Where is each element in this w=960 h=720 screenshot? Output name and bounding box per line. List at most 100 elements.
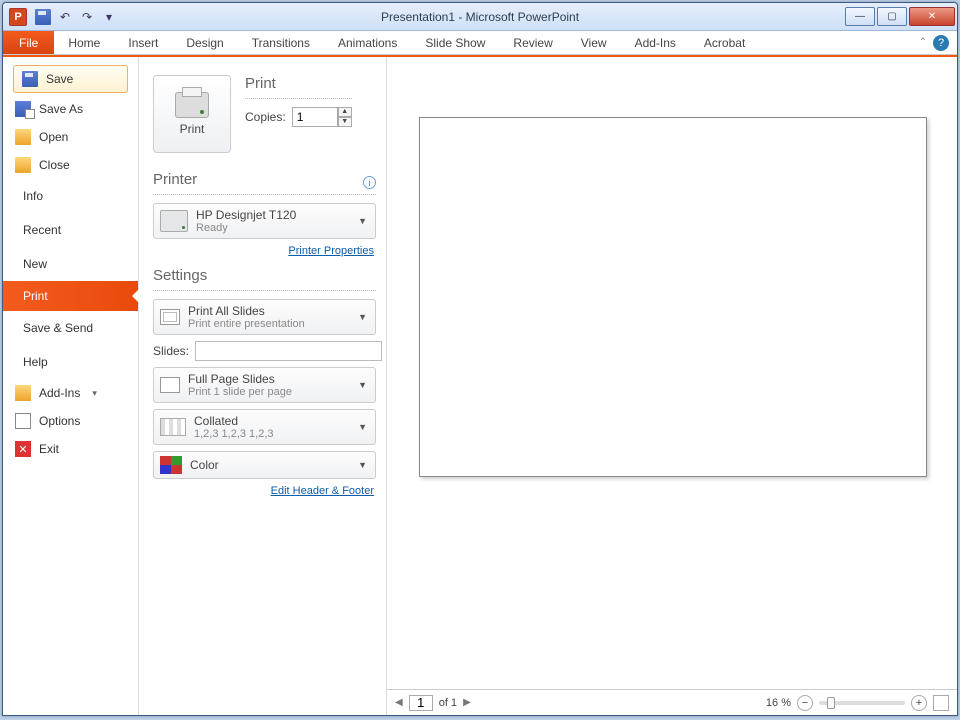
help-icon[interactable]: ? <box>933 35 949 51</box>
tab-animations[interactable]: Animations <box>324 31 411 54</box>
backstage-sidebar: Save Save As Open Close Info Recent New … <box>3 57 139 715</box>
copies-input[interactable] <box>292 107 338 127</box>
qat-customize-icon[interactable]: ▾ <box>99 7 119 27</box>
page-icon <box>160 377 180 393</box>
print-all-sub: Print entire presentation <box>188 318 305 330</box>
sidebar-item-exit[interactable]: ✕Exit <box>3 435 138 463</box>
sidebar-item-save-send[interactable]: Save & Send <box>3 311 138 345</box>
color-icon <box>160 456 182 474</box>
tab-home[interactable]: Home <box>54 31 114 54</box>
zoom-thumb[interactable] <box>827 697 835 709</box>
chevron-down-icon: ▼ <box>358 216 367 226</box>
folder-icon <box>15 157 31 173</box>
page-input[interactable] <box>409 695 433 711</box>
zoom-slider[interactable] <box>819 701 905 705</box>
color-selector[interactable]: Color ▼ <box>153 451 376 479</box>
collation-selector[interactable]: Collated1,2,3 1,2,3 1,2,3 ▼ <box>153 409 376 445</box>
slides-icon <box>160 309 180 325</box>
close-button[interactable]: ✕ <box>909 7 955 26</box>
printer-selector[interactable]: HP Designjet T120Ready ▼ <box>153 203 376 239</box>
folder-open-icon <box>15 129 31 145</box>
print-range-selector[interactable]: Print All SlidesPrint entire presentatio… <box>153 299 376 335</box>
app-window: P ↶ ↷ ▾ Presentation1 - Microsoft PowerP… <box>2 2 958 716</box>
sidebar-item-open[interactable]: Open <box>3 123 138 151</box>
save-label: Save <box>46 72 73 86</box>
tab-slide-show[interactable]: Slide Show <box>411 31 499 54</box>
collated-title: Collated <box>194 414 274 428</box>
slides-label: Slides: <box>153 344 189 358</box>
sidebar-item-close[interactable]: Close <box>3 151 138 179</box>
window-title: Presentation1 - Microsoft PowerPoint <box>381 10 579 24</box>
printer-name: HP Designjet T120 <box>196 208 296 222</box>
disk-icon <box>22 71 38 87</box>
close-icon: ✕ <box>15 441 31 457</box>
tab-acrobat[interactable]: Acrobat <box>690 31 759 54</box>
info-icon[interactable]: i <box>363 176 376 189</box>
sidebar-item-addins[interactable]: Add-Ins ▾ <box>3 379 138 407</box>
save-as-label: Save As <box>39 102 83 116</box>
qat-save-icon[interactable] <box>33 7 53 27</box>
chevron-down-icon: ▼ <box>358 422 367 432</box>
page-of-label: of 1 <box>439 697 457 709</box>
ribbon-tabs: File Home Insert Design Transitions Anim… <box>3 31 957 55</box>
slides-input[interactable] <box>195 341 382 361</box>
zoom-in-button[interactable]: + <box>911 695 927 711</box>
qat-undo-icon[interactable]: ↶ <box>55 7 75 27</box>
tab-design[interactable]: Design <box>172 31 237 54</box>
color-label: Color <box>190 458 219 472</box>
tab-review[interactable]: Review <box>499 31 566 54</box>
preview-statusbar: ◀ of 1 ▶ 16 % − + <box>387 689 957 715</box>
sidebar-item-options[interactable]: Options <box>3 407 138 435</box>
zoom-fit-button[interactable] <box>933 695 949 711</box>
sidebar-item-save[interactable]: Save <box>13 65 128 93</box>
copies-spinner[interactable]: ▲▼ <box>292 107 352 127</box>
app-icon: P <box>9 8 27 26</box>
printer-status: Ready <box>196 222 296 234</box>
tab-add-ins[interactable]: Add-Ins <box>621 31 690 54</box>
collate-icon <box>160 418 186 436</box>
save-as-icon <box>15 101 31 117</box>
sidebar-item-info[interactable]: Info <box>3 179 138 213</box>
chevron-down-icon: ▼ <box>358 460 367 470</box>
edit-header-footer-link[interactable]: Edit Header & Footer <box>153 485 374 497</box>
titlebar: P ↶ ↷ ▾ Presentation1 - Microsoft PowerP… <box>3 3 957 31</box>
sidebar-item-new[interactable]: New <box>3 247 138 281</box>
copies-down-icon[interactable]: ▼ <box>338 117 352 127</box>
minimize-button[interactable]: — <box>845 7 875 26</box>
sidebar-item-help[interactable]: Help <box>3 345 138 379</box>
zoom-out-button[interactable]: − <box>797 695 813 711</box>
copies-up-icon[interactable]: ▲ <box>338 107 352 117</box>
file-tab[interactable]: File <box>3 31 54 54</box>
tab-transitions[interactable]: Transitions <box>238 31 324 54</box>
sidebar-item-save-as[interactable]: Save As <box>3 95 138 123</box>
tab-view[interactable]: View <box>567 31 621 54</box>
chevron-down-icon: ▼ <box>358 312 367 322</box>
backstage: Save Save As Open Close Info Recent New … <box>3 55 957 715</box>
zoom-percent: 16 % <box>766 697 791 709</box>
printer-icon <box>175 92 209 118</box>
quick-access-toolbar: ↶ ↷ ▾ <box>33 7 119 27</box>
prev-page-icon[interactable]: ◀ <box>395 697 403 708</box>
qat-redo-icon[interactable]: ↷ <box>77 7 97 27</box>
copies-label: Copies: <box>245 110 286 124</box>
addins-icon <box>15 385 31 401</box>
printer-properties-link[interactable]: Printer Properties <box>153 245 374 257</box>
maximize-button[interactable]: ▢ <box>877 7 907 26</box>
layout-selector[interactable]: Full Page SlidesPrint 1 slide per page ▼ <box>153 367 376 403</box>
print-all-title: Print All Slides <box>188 304 305 318</box>
window-controls: — ▢ ✕ <box>845 7 957 26</box>
sidebar-item-recent[interactable]: Recent <box>3 213 138 247</box>
next-page-icon[interactable]: ▶ <box>463 697 471 708</box>
printer-heading: Printer <box>153 171 197 188</box>
close-label: Close <box>39 158 70 172</box>
chevron-down-icon: ▾ <box>92 388 97 399</box>
ribbon-minimize-icon[interactable]: ⌃ <box>919 37 927 48</box>
slide-preview <box>419 117 927 477</box>
print-panel: Print Print Copies: ▲▼ Printer <box>139 57 387 715</box>
print-button-label: Print <box>180 122 205 136</box>
print-button[interactable]: Print <box>153 75 231 153</box>
addins-label: Add-Ins <box>39 386 80 400</box>
tab-insert[interactable]: Insert <box>114 31 172 54</box>
options-label: Options <box>39 414 80 428</box>
sidebar-item-print[interactable]: Print <box>3 281 138 311</box>
